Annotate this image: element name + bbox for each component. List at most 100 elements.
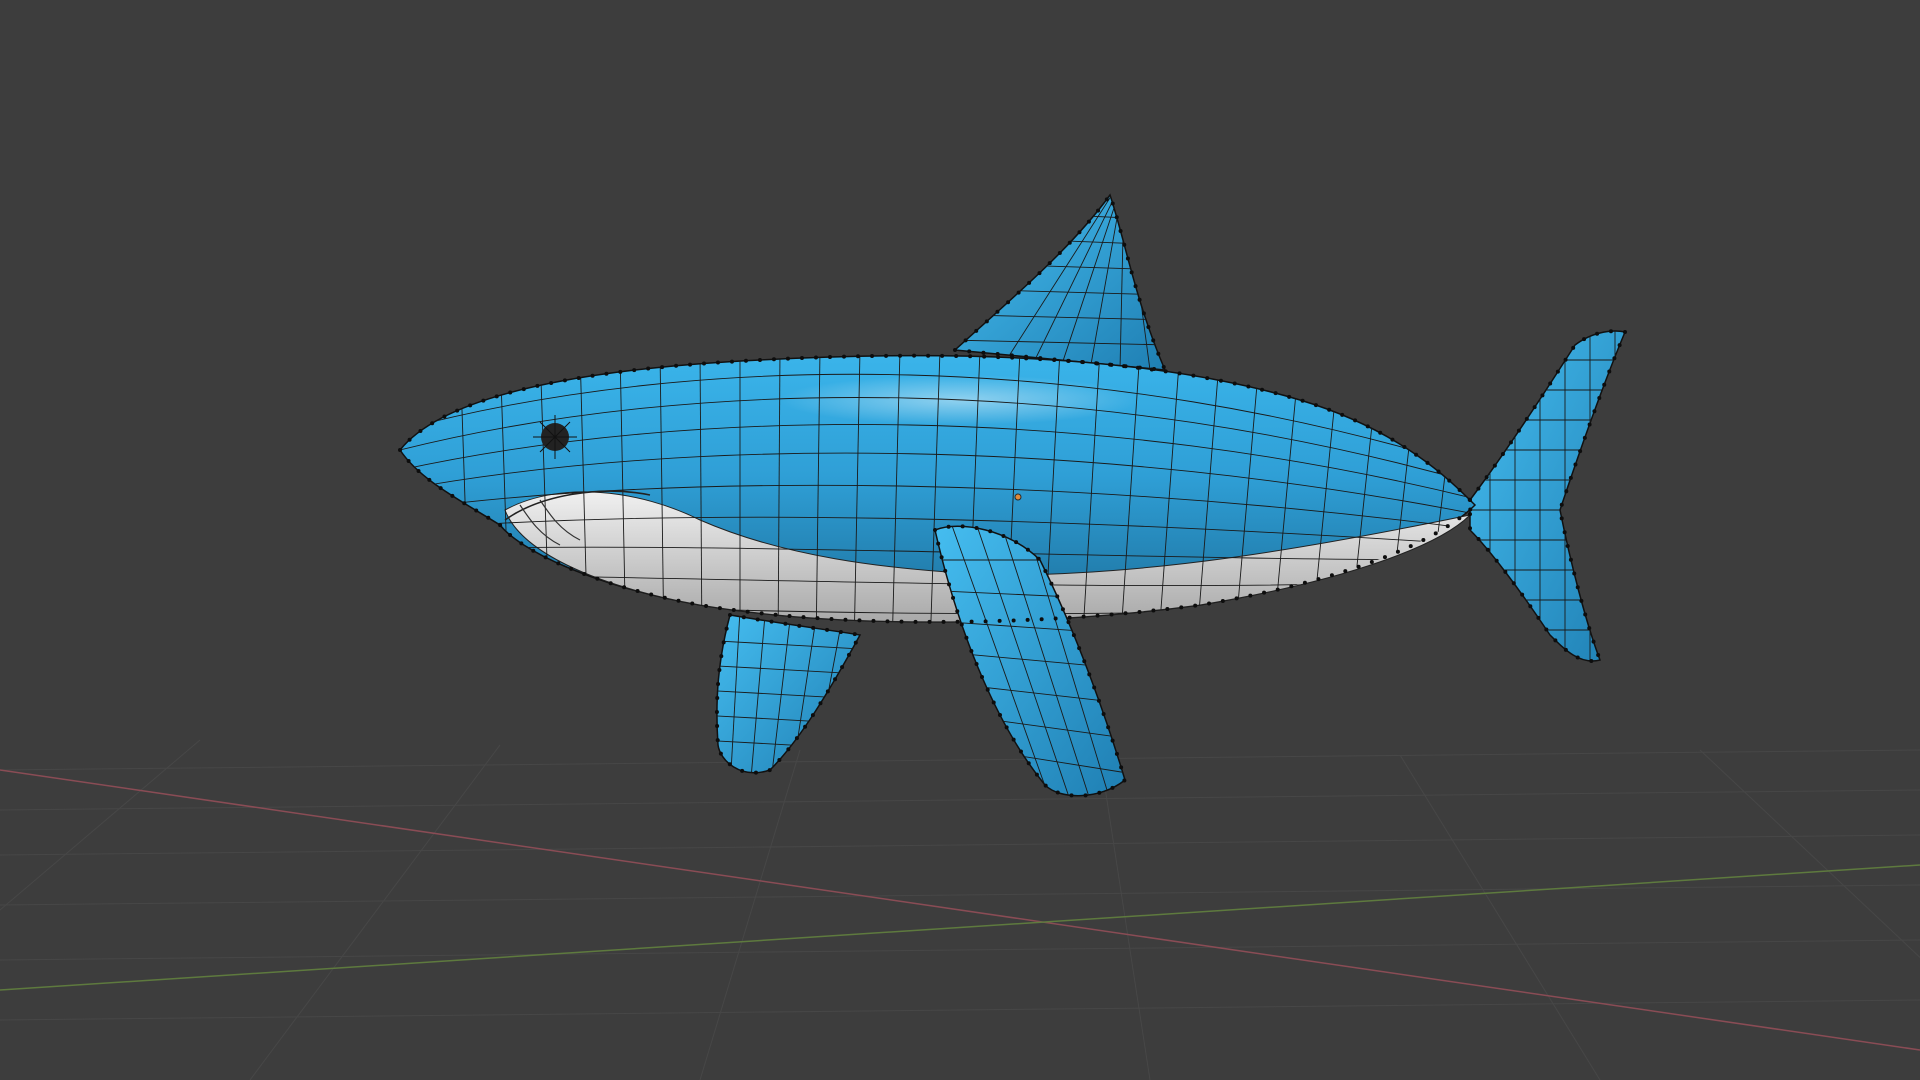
mesh-vertex — [1532, 405, 1537, 410]
mesh-vertex — [543, 555, 548, 560]
left-pectoral-fin[interactable] — [700, 610, 880, 790]
mesh-vertex — [757, 358, 762, 363]
mesh-vertex — [1468, 526, 1472, 531]
mesh-vertex — [1011, 737, 1016, 742]
mesh-vertex — [912, 353, 917, 358]
mesh-vertex — [1014, 540, 1019, 545]
object-origin-dot[interactable] — [1014, 493, 1022, 501]
mesh-vertex — [974, 661, 979, 666]
mesh-vertex — [1009, 353, 1014, 358]
mesh-vertex — [1540, 393, 1545, 398]
mesh-vertex — [1579, 598, 1584, 603]
mesh-vertex — [1536, 615, 1541, 620]
mesh-vertex — [1289, 584, 1294, 589]
mesh-vertex — [856, 354, 861, 359]
mesh-vertex — [815, 616, 820, 621]
mesh-vertex — [1096, 208, 1101, 213]
mesh-vertex — [1034, 772, 1039, 777]
mesh-vertex — [535, 383, 540, 388]
mesh-vertex — [1025, 617, 1030, 622]
mesh-vertex — [1011, 618, 1016, 623]
mesh-vertex — [1095, 613, 1100, 618]
mesh-vertex — [549, 381, 554, 386]
mesh-vertex — [1447, 478, 1452, 483]
mesh-vertex — [1421, 537, 1426, 542]
mesh-vertex — [531, 548, 536, 553]
mesh-vertex — [1457, 487, 1462, 492]
mesh-vertex — [1395, 549, 1400, 554]
mesh-vertex — [801, 615, 806, 620]
mesh-vertex — [1220, 598, 1225, 603]
mesh-vertex — [841, 354, 846, 359]
shark-body[interactable] — [399, 350, 1480, 650]
mesh-vertex — [1109, 612, 1114, 617]
mesh-vertex — [1193, 603, 1198, 608]
mesh-vertex — [1060, 607, 1065, 612]
mesh-vertex — [811, 625, 816, 630]
mesh-vertex — [1382, 555, 1387, 560]
mesh-vertex — [1563, 647, 1568, 652]
mesh-vertex — [1006, 300, 1011, 305]
mesh-vertex — [783, 621, 788, 626]
mesh-vertex — [494, 394, 499, 399]
mesh-vertex — [1476, 486, 1481, 491]
mesh-vertex — [704, 603, 709, 608]
mesh-vertex — [1122, 242, 1127, 247]
mesh-vertex — [753, 770, 758, 775]
mesh-vertex — [729, 359, 734, 364]
viewport-canvas[interactable] — [0, 0, 1920, 1080]
mesh-vertex — [662, 595, 667, 600]
mesh-vertex — [1571, 345, 1576, 350]
mesh-vertex — [1578, 449, 1583, 454]
3d-viewport[interactable] — [0, 0, 1920, 1080]
dorsal-fin[interactable] — [950, 190, 1170, 371]
mesh-vertex — [773, 612, 778, 617]
mesh-vertex — [1445, 524, 1450, 529]
y-axis-line — [0, 864, 1920, 991]
mesh-vertex — [1548, 381, 1553, 386]
mesh-vertex — [1106, 725, 1111, 730]
mesh-vertex — [1129, 270, 1134, 275]
mesh-vertex — [1110, 785, 1115, 790]
mesh-vertex — [1468, 498, 1472, 502]
mesh-vertex — [1617, 343, 1622, 348]
mesh-vertex — [1055, 594, 1060, 599]
mesh-vertex — [731, 608, 736, 613]
mesh-vertex — [1179, 605, 1184, 610]
mesh-vertex — [715, 738, 720, 743]
mesh-vertex — [898, 353, 903, 358]
mesh-vertex — [979, 674, 984, 679]
mesh-vertex — [940, 353, 945, 358]
mesh-vertex — [1583, 612, 1588, 617]
mesh-vertex — [674, 363, 679, 368]
mesh-vertex — [481, 398, 486, 403]
mesh-vertex — [1110, 201, 1115, 206]
mesh-vertex — [717, 606, 722, 611]
mesh-vertex — [741, 615, 746, 620]
mesh-vertex — [1302, 580, 1307, 585]
mesh-vertex — [1067, 240, 1072, 245]
mesh-vertex — [1568, 475, 1573, 480]
mesh-vertex — [1573, 462, 1578, 467]
mesh-vertex — [1587, 626, 1592, 631]
mesh-vertex — [740, 768, 745, 773]
mesh-vertex — [715, 360, 720, 365]
mesh-vertex — [1177, 371, 1182, 376]
mesh-vertex — [946, 524, 951, 529]
mesh-vertex — [450, 493, 455, 498]
mesh-vertex — [1001, 534, 1006, 539]
mesh-vertex — [1528, 604, 1533, 609]
mesh-vertex — [769, 619, 774, 624]
mesh-vertex — [1122, 778, 1127, 783]
mesh-vertex — [953, 348, 957, 352]
mesh-vertex — [660, 365, 665, 370]
mesh-vertex — [1083, 793, 1088, 798]
mesh-vertex — [1612, 356, 1617, 361]
mesh-vertex — [1587, 422, 1592, 427]
mesh-vertex — [1077, 646, 1082, 651]
mesh-vertex — [1262, 590, 1267, 595]
mesh-vertex — [1316, 577, 1321, 582]
mesh-vertex — [1232, 381, 1237, 386]
mesh-vertex — [1246, 384, 1251, 389]
mesh-vertex — [688, 362, 693, 367]
